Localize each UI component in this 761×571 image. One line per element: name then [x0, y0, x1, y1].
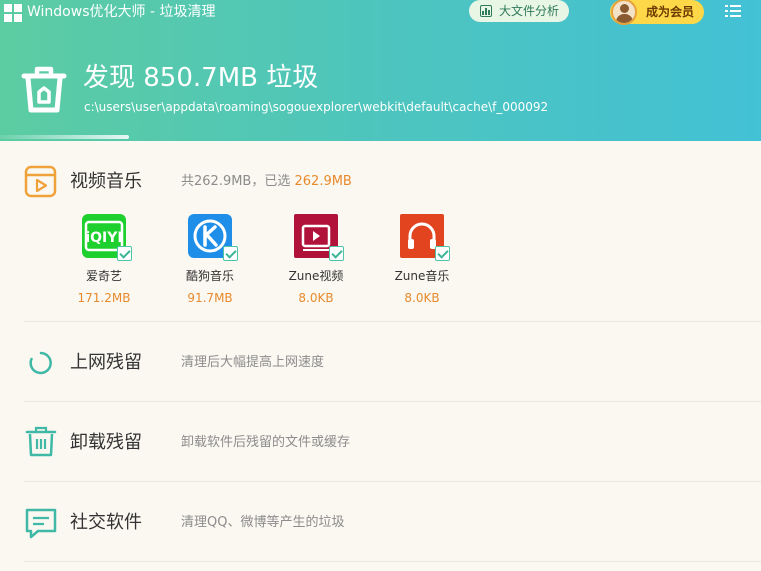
checkbox[interactable] [223, 246, 238, 261]
app-title: Windows优化大师 - 垃圾清理 [27, 4, 216, 20]
checkbox[interactable] [435, 246, 450, 261]
zune-music-icon [400, 214, 450, 261]
avatar [611, 0, 637, 25]
section-desc: 共262.9MB，已选 262.9MB [181, 174, 352, 189]
loading-icon [29, 351, 52, 375]
scan-path: c:\users\user\appdata\roaming\sogouexplo… [84, 100, 549, 114]
section-title: 视频音乐 [70, 171, 142, 192]
found-junk-title: 发现 850.7MB 垃圾 [83, 63, 319, 93]
section-desc: 清理QQ、微博等产生的垃圾 [181, 515, 345, 530]
app-item-iqiyi[interactable]: iQIYI 爱奇艺 171.2MB [64, 214, 144, 306]
section-title: 卸载残留 [70, 432, 142, 453]
app-size: 8.0KB [298, 291, 334, 305]
section-desc: 卸载软件后残留的文件或缓存 [181, 435, 351, 450]
section-uninstall-residue[interactable]: 卸载残留 卸载软件后残留的文件或缓存 [24, 402, 761, 482]
section-title: 上网残留 [70, 352, 142, 373]
scan-progress-bar [0, 135, 130, 139]
app-item-zune-music[interactable]: Zune音乐 8.0KB [382, 214, 462, 306]
bar-chart-icon [480, 5, 492, 17]
iqiyi-icon: iQIYI [82, 214, 132, 261]
become-vip-button[interactable]: 成为会员 [610, 0, 704, 25]
zune-video-icon [294, 214, 344, 261]
svg-text:iQIYI: iQIYI [85, 230, 122, 246]
trash-icon [25, 426, 57, 457]
big-file-analysis-label: 大文件分析 [499, 4, 560, 18]
section-desc: 清理后大幅提高上网速度 [181, 355, 325, 370]
play-icon [24, 165, 57, 198]
app-name: 酷狗音乐 [185, 269, 234, 283]
checkbox[interactable] [329, 246, 344, 261]
app-size: 8.0KB [404, 291, 440, 305]
vip-label: 成为会员 [646, 5, 695, 19]
big-file-analysis-button[interactable]: 大文件分析 [469, 0, 569, 22]
selected-size: 262.9MB [294, 174, 352, 189]
app-name: Zune音乐 [394, 269, 450, 283]
section-social-software[interactable]: 社交软件 清理QQ、微博等产生的垃圾 [24, 482, 761, 562]
app-name: Zune视频 [288, 269, 344, 283]
app-item-kugou[interactable]: 酷狗音乐 91.7MB [170, 214, 250, 306]
section-internet-residue[interactable]: 上网残留 清理后大幅提高上网速度 [24, 322, 761, 402]
header-banner: Windows优化大师 - 垃圾清理 大文件分析 成为会员 发现 850.7MB… [0, 0, 761, 141]
app-size: 91.7MB [187, 291, 233, 305]
section-title: 社交软件 [70, 512, 142, 533]
section-video-music[interactable]: 视频音乐 共262.9MB，已选 262.9MB iQIYI 爱奇艺 171.2… [24, 141, 761, 322]
app-size: 171.2MB [77, 291, 131, 305]
menu-icon[interactable] [725, 5, 741, 17]
trash-icon [21, 66, 67, 113]
app-item-zune-video[interactable]: Zune视频 8.0KB [276, 214, 356, 306]
chat-icon [25, 508, 57, 539]
windows-logo-icon [4, 4, 22, 22]
checkbox[interactable] [117, 246, 132, 261]
kugou-icon [188, 214, 238, 261]
app-name: 爱奇艺 [85, 269, 122, 283]
